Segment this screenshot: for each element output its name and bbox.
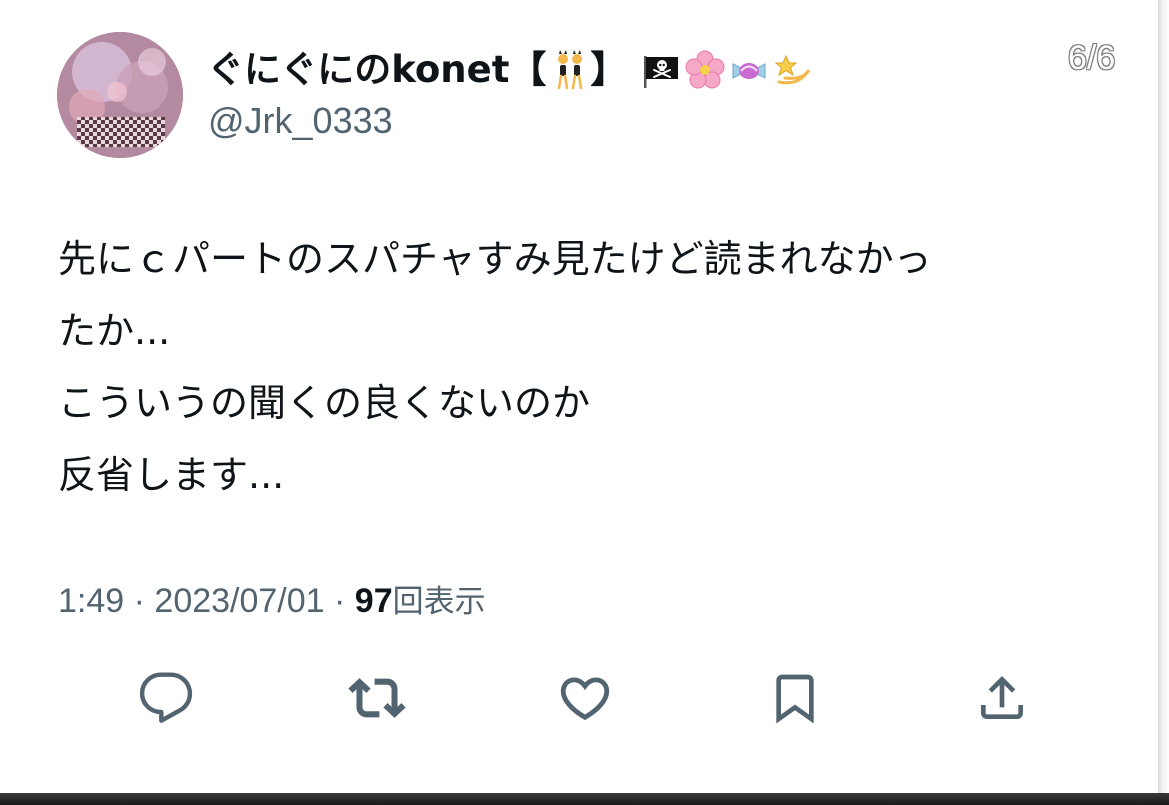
tweet-text-line: こういうの聞くの良くないのか (58, 381, 591, 425)
tweet-text-line: 反省します... (58, 453, 285, 497)
tweet-date[interactable]: 2023/07/01 (154, 582, 324, 620)
reply-button[interactable] (136, 668, 196, 728)
display-name[interactable]: ぐにぐにのkonet【 】 (207, 44, 813, 96)
views-count[interactable]: 97 (355, 582, 393, 620)
cherry-blossom-emoji-icon (685, 50, 725, 89)
tweet-text-line: 先にｃパートのスパチャすみ見たけど読まれなかっ (58, 237, 932, 281)
user-handle[interactable]: @Jrk_0333 (208, 98, 393, 144)
heart-icon (560, 677, 610, 721)
tweet-meta: 1:49 · 2023/07/01 · 97回表示 (58, 578, 486, 625)
tweet-text: 先にｃパートのスパチャすみ見たけど読まれなかっ たか... こういうの聞くの良く… (58, 223, 1118, 511)
retweet-button[interactable] (347, 668, 407, 728)
display-name-text: ぐにぐにのkonet【 (207, 48, 547, 91)
like-button[interactable] (555, 668, 615, 728)
avatar[interactable] (57, 32, 183, 158)
share-button[interactable] (972, 668, 1032, 728)
dizzy-emoji-icon (775, 54, 811, 85)
tweet-text-line: たか... (58, 309, 171, 353)
screen-edge-bottom (0, 793, 1169, 805)
avatar-image (57, 32, 183, 158)
display-name-bracket: 】 (590, 48, 628, 91)
meta-separator: · (324, 582, 355, 620)
meta-separator: · (124, 582, 155, 620)
bookmark-button[interactable] (765, 668, 825, 728)
tweet-time[interactable]: 1:49 (58, 582, 124, 620)
tweet-card: ぐにぐにのkonet【 】 @Jrk_0333 6/6 先にｃパートのスパチャす… (0, 0, 1158, 793)
pirate-flag-emoji-icon (644, 56, 679, 88)
retweet-icon (348, 678, 406, 718)
screen-edge-right (1158, 0, 1169, 805)
candy-emoji-icon (732, 63, 766, 79)
comment-icon (139, 672, 193, 723)
dancers-emoji-icon (558, 50, 583, 90)
share-icon (981, 676, 1023, 719)
page-indicator: 6/6 (1068, 39, 1116, 77)
views-label: 回表示 (392, 584, 486, 620)
bookmark-icon (776, 674, 814, 724)
